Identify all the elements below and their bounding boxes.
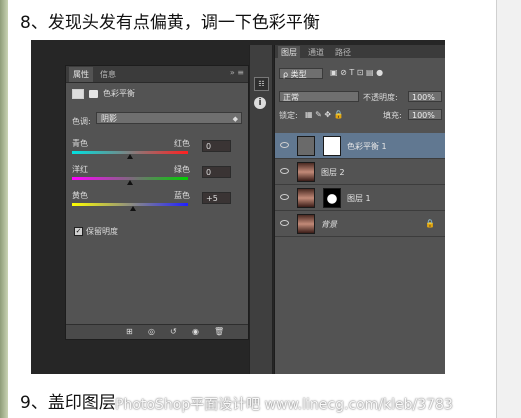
yellow-blue-slider[interactable]: 黄色 蓝色 +5 — [72, 190, 240, 214]
layer-name[interactable]: 背景 — [321, 219, 337, 230]
trash-icon[interactable]: 🗑 — [214, 327, 224, 336]
slider-handle[interactable] — [129, 206, 136, 211]
step-heading: 8、发现头发有点偏黄，调一下色彩平衡 — [20, 13, 320, 33]
layer-name[interactable]: 图层 2 — [321, 167, 345, 178]
panel-toggle-icon[interactable]: ☷ — [254, 77, 269, 91]
fill-input[interactable]: 100% — [408, 109, 442, 120]
layer-name[interactable]: 图层 1 — [347, 193, 371, 204]
layer-row[interactable]: 图层 2 — [275, 159, 445, 185]
lock-label: 锁定: — [279, 111, 298, 120]
lock-icon: 🔒 — [425, 219, 435, 228]
cyan-red-slider[interactable]: 青色 红色 0 — [72, 138, 240, 162]
info-icon[interactable]: i — [254, 97, 266, 109]
slider-handle[interactable] — [127, 154, 133, 159]
adjustment-title: 色彩平衡 — [72, 88, 135, 99]
adjustment-title-text: 色彩平衡 — [103, 89, 135, 98]
tab-channels[interactable]: 通道 — [305, 46, 327, 59]
properties-footer: ⊞ ◎ ↺ ◉ 🗑 — [66, 324, 248, 339]
left-edge-bar — [0, 0, 8, 418]
tab-info[interactable]: 信息 — [96, 67, 120, 82]
tab-layers[interactable]: 图层 — [278, 46, 300, 59]
properties-panel: 属性 信息 » ≡ 色彩平衡 色调: 阴影 ◆ 青色 红色 0 洋红 绿色 0 — [65, 65, 249, 340]
right-scrollbar[interactable] — [496, 0, 521, 418]
properties-tabs: 属性 信息 » ≡ — [66, 66, 248, 83]
balance-icon — [72, 88, 84, 99]
layers-panel: 图层 通道 路径 ρ 类型 ▣ ⊘ T ⊡ ▤ ● 正常 不透明度: 100% … — [274, 45, 445, 374]
tab-properties[interactable]: 属性 — [69, 67, 93, 82]
slider-right-label: 红色 — [174, 139, 190, 148]
slider-left-label: 黄色 — [72, 191, 88, 200]
tone-label: 色调: — [72, 117, 91, 126]
checkbox[interactable]: ✓ — [74, 227, 83, 236]
panel-menu-icon[interactable]: » ≡ — [230, 68, 244, 77]
panel-icon-strip: ☷ i — [249, 45, 273, 374]
slider-handle[interactable] — [127, 180, 133, 185]
mask-thumbnail — [323, 188, 341, 208]
mask-thumbnail — [323, 136, 341, 156]
eye-icon[interactable] — [280, 220, 289, 226]
slider-left-label: 洋红 — [72, 165, 88, 174]
reset-icon[interactable]: ↺ — [170, 327, 177, 336]
layer-row[interactable]: 背景 🔒 — [275, 211, 445, 237]
slider-right-label: 蓝色 — [174, 191, 190, 200]
magenta-green-slider[interactable]: 洋红 绿色 0 — [72, 164, 240, 188]
fill-label: 填充: — [383, 111, 402, 120]
slider-right-label: 绿色 — [174, 165, 190, 174]
adjustment-thumbnail — [297, 136, 315, 156]
chevron-down-icon: ◆ — [232, 115, 238, 123]
filter-icons[interactable]: ▣ ⊘ T ⊡ ▤ ● — [330, 68, 383, 77]
opacity-input[interactable]: 100% — [408, 91, 442, 102]
layer-row[interactable]: 色彩平衡 1 — [275, 133, 445, 159]
blend-mode-select[interactable]: 正常 — [279, 91, 359, 102]
layer-row[interactable]: 图层 1 — [275, 185, 445, 211]
watermark-text: PhotoShop平面设计吧 www.linecg.com/kleb/3783 — [115, 397, 453, 413]
photoshop-screenshot: 属性 信息 » ≡ 色彩平衡 色调: 阴影 ◆ 青色 红色 0 洋红 绿色 0 — [31, 40, 445, 374]
layer-name[interactable]: 色彩平衡 1 — [347, 141, 387, 152]
slider-value[interactable]: 0 — [202, 140, 231, 152]
view-previous-icon[interactable]: ◎ — [148, 327, 155, 336]
eye-icon[interactable] — [280, 142, 289, 148]
mask-icon — [89, 89, 98, 98]
visibility-icon[interactable]: ◉ — [192, 327, 199, 336]
photo-thumbnail — [297, 162, 315, 182]
photo-thumbnail — [297, 214, 315, 234]
tone-select[interactable]: 阴影 ◆ — [96, 112, 242, 124]
photo-thumbnail — [297, 188, 315, 208]
tone-value: 阴影 — [101, 114, 117, 123]
next-step-heading: 9、盖印图层 — [20, 393, 116, 413]
preserve-luminosity-label: 保留明度 — [86, 227, 118, 236]
tab-paths[interactable]: 路径 — [332, 46, 354, 59]
slider-value[interactable]: 0 — [202, 166, 231, 178]
lock-icons[interactable]: ▦ ✎ ✥ 🔒 — [305, 110, 344, 119]
slider-value[interactable]: +5 — [202, 192, 231, 204]
layer-filter-select[interactable]: ρ 类型 — [279, 68, 323, 79]
preserve-luminosity[interactable]: ✓ 保留明度 — [74, 226, 118, 237]
opacity-label: 不透明度: — [363, 93, 398, 102]
layers-tabs: 图层 通道 路径 — [275, 45, 445, 59]
slider-left-label: 青色 — [72, 139, 88, 148]
clip-to-layer-icon[interactable]: ⊞ — [126, 327, 133, 336]
eye-icon[interactable] — [280, 194, 289, 200]
eye-icon[interactable] — [280, 168, 289, 174]
